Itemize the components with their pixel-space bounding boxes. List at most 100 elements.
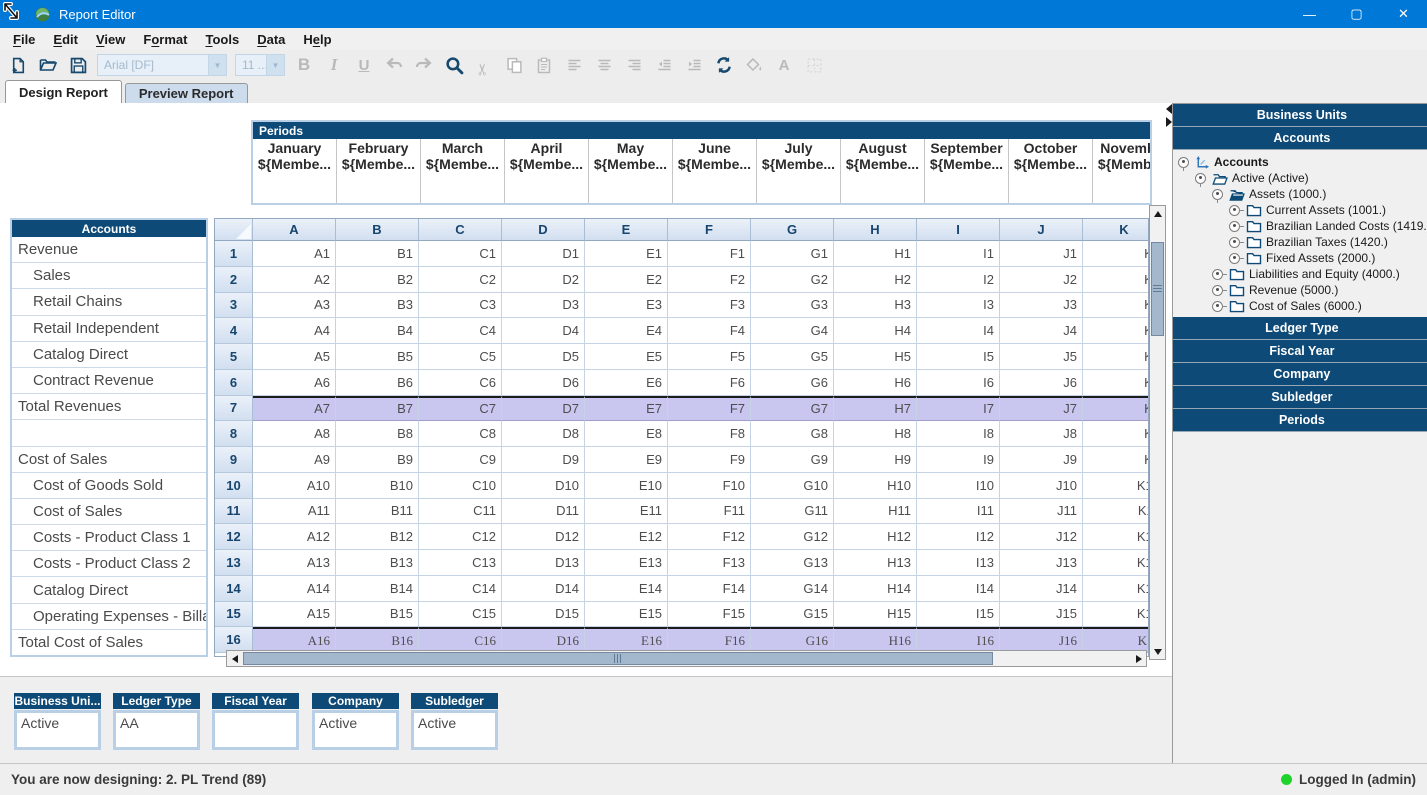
cell-d7[interactable]: D7	[502, 396, 585, 422]
cell-k6[interactable]: K6	[1083, 370, 1149, 396]
cell-j6[interactable]: J6	[1000, 370, 1083, 396]
period-cell-may[interactable]: May${Membe...	[589, 139, 673, 203]
cell-d8[interactable]: D8	[502, 421, 585, 447]
cell-c11[interactable]: C11	[419, 499, 502, 525]
period-cell-november[interactable]: November${Membe...	[1093, 139, 1150, 203]
tree-node-revenue-5000[interactable]: Revenue (5000.)	[1173, 282, 1427, 298]
cell-g2[interactable]: G2	[751, 267, 834, 293]
cell-b6[interactable]: B6	[336, 370, 419, 396]
cell-c12[interactable]: C12	[419, 524, 502, 550]
cell-k14[interactable]: K14	[1083, 576, 1149, 602]
row-header-1[interactable]: 1	[215, 241, 253, 267]
horizontal-scroll-thumb[interactable]	[243, 652, 993, 665]
tree-collapsed-handle-icon[interactable]	[1212, 301, 1223, 312]
tree-node-current-assets-1001[interactable]: Current Assets (1001.)	[1173, 202, 1427, 218]
cell-h13[interactable]: H13	[834, 550, 917, 576]
section-header-periods[interactable]: Periods	[1173, 409, 1427, 432]
vertical-scroll-thumb[interactable]	[1151, 242, 1164, 336]
cell-k7[interactable]: K7	[1083, 396, 1149, 422]
cell-b4[interactable]: B4	[336, 318, 419, 344]
account-row-contract-revenue[interactable]: Contract Revenue	[12, 368, 206, 394]
cell-i15[interactable]: I15	[917, 602, 1000, 628]
cell-h14[interactable]: H14	[834, 576, 917, 602]
column-header-j[interactable]: J	[1000, 219, 1083, 241]
cell-a13[interactable]: A13	[253, 550, 336, 576]
account-row-operating-expenses-billa[interactable]: Operating Expenses - Billa.	[12, 604, 206, 630]
tree-collapsed-handle-icon[interactable]	[1229, 221, 1240, 232]
menu-view[interactable]: View	[87, 30, 134, 49]
row-header-9[interactable]: 9	[215, 447, 253, 473]
cell-i13[interactable]: I13	[917, 550, 1000, 576]
cell-d5[interactable]: D5	[502, 344, 585, 370]
cell-j9[interactable]: J9	[1000, 447, 1083, 473]
row-header-15[interactable]: 15	[215, 602, 253, 628]
cell-h15[interactable]: H15	[834, 602, 917, 628]
grid-vertical-scrollbar[interactable]	[1149, 205, 1166, 660]
cell-d6[interactable]: D6	[502, 370, 585, 396]
column-header-a[interactable]: A	[253, 219, 336, 241]
redo-button[interactable]	[413, 54, 435, 76]
cell-h6[interactable]: H6	[834, 370, 917, 396]
row-header-2[interactable]: 2	[215, 267, 253, 293]
cell-d1[interactable]: D1	[502, 241, 585, 267]
tree-node-assets-1000[interactable]: Assets (1000.)	[1173, 186, 1427, 202]
cell-a5[interactable]: A5	[253, 344, 336, 370]
cell-k13[interactable]: K13	[1083, 550, 1149, 576]
menu-edit[interactable]: Edit	[44, 30, 87, 49]
cell-f7[interactable]: F7	[668, 396, 751, 422]
cell-c5[interactable]: C5	[419, 344, 502, 370]
cell-c1[interactable]: C1	[419, 241, 502, 267]
cell-h4[interactable]: H4	[834, 318, 917, 344]
account-row-total-revenues[interactable]: Total Revenues	[12, 394, 206, 420]
period-cell-october[interactable]: October${Membe...	[1009, 139, 1093, 203]
cell-c2[interactable]: C2	[419, 267, 502, 293]
menu-data[interactable]: Data	[248, 30, 294, 49]
period-cell-april[interactable]: April${Membe...	[505, 139, 589, 203]
row-header-10[interactable]: 10	[215, 473, 253, 499]
increase-indent-button[interactable]	[683, 54, 705, 76]
column-header-k[interactable]: K	[1083, 219, 1149, 241]
cell-f5[interactable]: F5	[668, 344, 751, 370]
row-header-3[interactable]: 3	[215, 293, 253, 319]
cell-k1[interactable]: K1	[1083, 241, 1149, 267]
maximize-button[interactable]: ▢	[1333, 0, 1380, 28]
cell-e1[interactable]: E1	[585, 241, 668, 267]
period-cell-march[interactable]: March${Membe...	[421, 139, 505, 203]
cell-e15[interactable]: E15	[585, 602, 668, 628]
cell-c7[interactable]: C7	[419, 396, 502, 422]
cell-k12[interactable]: K12	[1083, 524, 1149, 550]
row-header-6[interactable]: 6	[215, 370, 253, 396]
cell-f15[interactable]: F15	[668, 602, 751, 628]
account-row-sales[interactable]: Sales	[12, 263, 206, 289]
period-cell-august[interactable]: August${Membe...	[841, 139, 925, 203]
cell-b14[interactable]: B14	[336, 576, 419, 602]
cell-e8[interactable]: E8	[585, 421, 668, 447]
section-header-fiscal-year[interactable]: Fiscal Year	[1173, 340, 1427, 363]
cell-d11[interactable]: D11	[502, 499, 585, 525]
row-header-12[interactable]: 12	[215, 524, 253, 550]
cell-c14[interactable]: C14	[419, 576, 502, 602]
cell-d15[interactable]: D15	[502, 602, 585, 628]
menu-help[interactable]: Help	[294, 30, 340, 49]
period-cell-september[interactable]: September${Membe...	[925, 139, 1009, 203]
cell-e3[interactable]: E3	[585, 293, 668, 319]
cell-h2[interactable]: H2	[834, 267, 917, 293]
cell-a15[interactable]: A15	[253, 602, 336, 628]
save-button[interactable]	[67, 54, 89, 76]
align-right-button[interactable]	[623, 54, 645, 76]
section-header-business-units[interactable]: Business Units	[1173, 104, 1427, 127]
tree-collapsed-handle-icon[interactable]	[1212, 269, 1223, 280]
cell-k11[interactable]: K11	[1083, 499, 1149, 525]
period-cell-july[interactable]: July${Membe...	[757, 139, 841, 203]
cell-e10[interactable]: E10	[585, 473, 668, 499]
cell-j8[interactable]: J8	[1000, 421, 1083, 447]
decrease-indent-button[interactable]	[653, 54, 675, 76]
font-color-button[interactable]: A	[773, 54, 795, 76]
align-center-button[interactable]	[593, 54, 615, 76]
cell-f11[interactable]: F11	[668, 499, 751, 525]
cell-b13[interactable]: B13	[336, 550, 419, 576]
account-row-blank[interactable]	[12, 420, 206, 446]
cell-f6[interactable]: F6	[668, 370, 751, 396]
tree-node-active-active[interactable]: Active (Active)	[1173, 170, 1427, 186]
cell-a7[interactable]: A7	[253, 396, 336, 422]
